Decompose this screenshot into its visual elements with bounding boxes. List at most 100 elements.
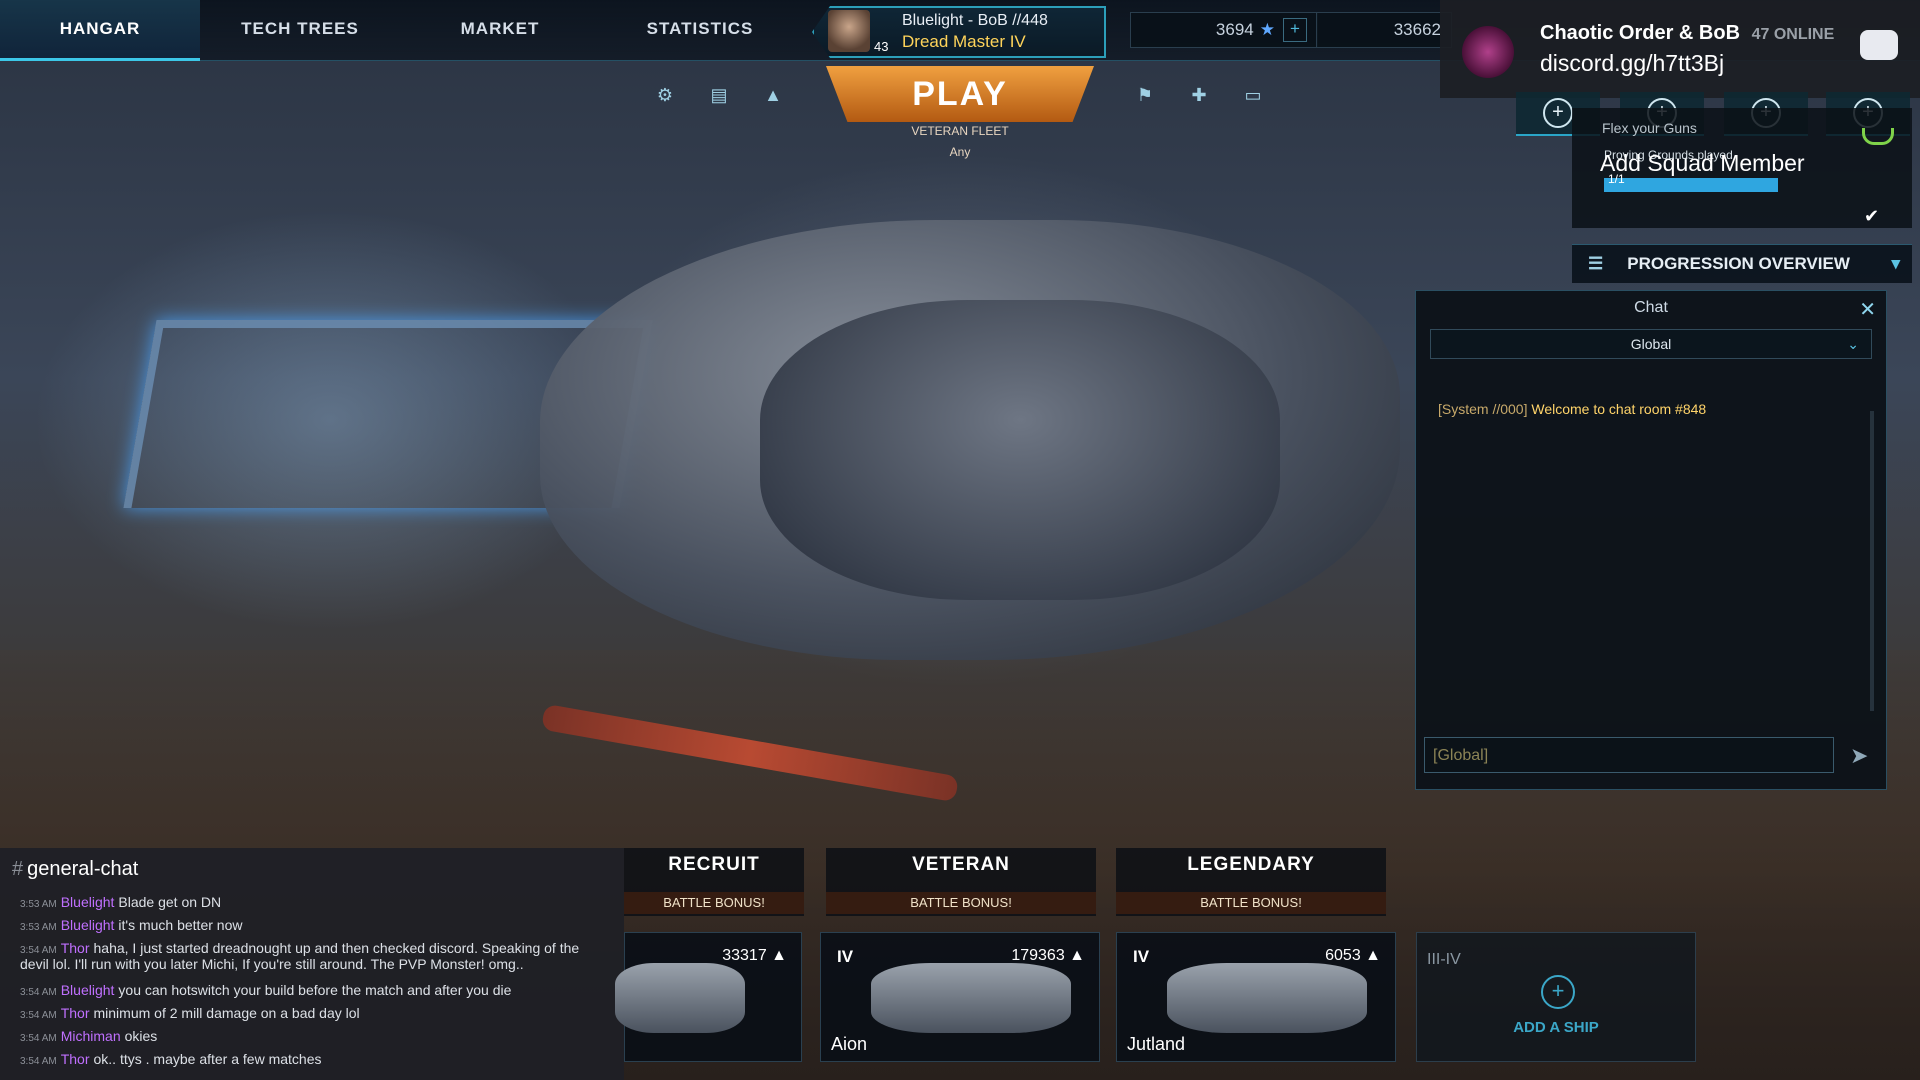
msg-text: Blade get on DN (118, 894, 222, 910)
discord-server-name: Chaotic Order & BoB (1540, 22, 1741, 44)
discord-online-count: 47 ONLINE (1751, 26, 1835, 43)
ship-image (615, 963, 745, 1033)
tab-hangar[interactable]: HANGAR (0, 0, 200, 61)
ship-card[interactable]: 33317 ▲ (615, 932, 802, 1062)
chat-input[interactable]: [Global] (1424, 737, 1834, 773)
add-member-plus-icon: + (1543, 98, 1573, 128)
msg-time: 3:54 AM (20, 1056, 57, 1067)
discord-general-chat: # general-chat 3:53 AM Bluelight Blade get … (0, 848, 624, 1080)
checkmark-icon: ✔ (1864, 206, 1880, 226)
msg-text: haha, I just started dreadnought up and … (20, 940, 580, 972)
ship-image (871, 963, 1071, 1033)
msg-time: 3:54 AM (20, 1033, 57, 1044)
msg-user: Bluelight (60, 894, 115, 910)
badge-icon (1862, 128, 1894, 145)
msg-user: Thor (60, 1051, 90, 1067)
chat-line: 3:53 AM Bluelight Blade get on DN (20, 894, 221, 910)
progression-overview-label: PROGRESSION OVERVIEW (1627, 254, 1850, 273)
gold-value: 33662 (1393, 20, 1441, 39)
battle-bonus-label: BATTLE BONUS! (624, 892, 804, 914)
msg-time: 3:54 AM (20, 945, 57, 956)
slot-tier: III-IV (1427, 951, 1461, 968)
msg-time: 3:53 AM (20, 899, 57, 910)
quest-panel: Flex your Guns Proving Grounds played Ad… (1572, 108, 1912, 228)
player-level: 43 (874, 39, 889, 54)
tab-tech-trees[interactable]: TECH TREES (200, 0, 400, 58)
msg-text: okies (124, 1028, 158, 1044)
msg-text: you can hotswitch your build before the … (118, 982, 512, 998)
credits-display: 3694 ★ + (1130, 12, 1318, 48)
add-friend-icon[interactable]: ✚ (1182, 78, 1216, 112)
chat-message: [System //000] Welcome to chat room #848 (1438, 401, 1706, 417)
tier-name: VETERAN (912, 854, 1010, 875)
tier-veteran[interactable]: VETERAN BATTLE BONUS! (826, 848, 1096, 916)
msg-time: 3:53 AM (20, 922, 57, 933)
tier-name: RECRUIT (668, 854, 760, 875)
chat-line: 3:53 AM Bluelight it's much better now (20, 917, 242, 933)
missions-list-icon[interactable]: ▤ (702, 78, 736, 112)
chat-line: 3:54 AM Thor minimum of 2 mill damage on a… (20, 1005, 360, 1021)
player-avatar (828, 10, 870, 52)
star-icon: ★ (1259, 20, 1275, 39)
play-button[interactable]: PLAY (826, 66, 1094, 122)
chat-scrollbar[interactable] (1870, 411, 1874, 711)
fleet-mode-selector[interactable]: VETERAN FLEET (880, 124, 1040, 138)
msg-text: ok.. ttys . maybe after a few matches (93, 1051, 322, 1067)
msg-user: Thor (60, 940, 90, 956)
send-icon[interactable]: ➤ (1850, 743, 1876, 769)
server-logo-icon (1462, 26, 1514, 78)
add-ship-plus-icon: + (1541, 975, 1575, 1009)
quest-title: Flex your Guns (1602, 120, 1697, 136)
chevron-down-icon: ⌄ (1847, 336, 1859, 352)
ship-name: Jutland (1127, 1034, 1186, 1054)
academy-cap-icon[interactable]: ▲ (756, 78, 790, 112)
discord-widget[interactable]: Chaotic Order & BoB 47 ONLINE discord.gg… (1440, 0, 1920, 98)
chat-channel-dropdown[interactable]: Global ⌄ (1430, 329, 1872, 359)
msg-user: Bluelight (60, 917, 115, 933)
chat-line: 3:54 AM Thor ok.. ttys . maybe after a few… (20, 1051, 321, 1067)
chat-title: Chat (1634, 299, 1668, 316)
msg-user: Thor (60, 1005, 90, 1021)
battle-bonus-label: BATTLE BONUS! (826, 892, 1096, 914)
discord-invite-link[interactable]: discord.gg/h7tt3Bj (1540, 50, 1724, 77)
chat-line: 3:54 AM Bluelight you can hotswitch your b… (20, 982, 511, 998)
ship-tier: IV (1133, 947, 1150, 966)
add-ship-label: ADD A SHIP (1513, 1019, 1599, 1036)
flag-icon[interactable]: ⚑ (1128, 78, 1162, 112)
settings-gear-icon[interactable]: ⚙ (648, 78, 682, 112)
add-ship-slot[interactable]: III-IV + ADD A SHIP (1416, 932, 1696, 1062)
chat-line: 3:54 AM Thor haha, I just started dreadnou… (20, 940, 600, 972)
chat-line: 3:54 AM Michiman okies (20, 1028, 157, 1044)
list-icon: ☰ (1588, 254, 1604, 273)
ship-card-jutland[interactable]: IV 6053 ▲ Jutland (1116, 932, 1396, 1062)
add-squad-member-label[interactable]: Add Squad Member (1600, 150, 1805, 177)
msg-time: 3:54 AM (20, 1010, 57, 1021)
quest-progress-fill (1604, 178, 1778, 192)
dreadnought-hull-detail (760, 300, 1280, 600)
ship-xp: 33317 ▲ (722, 947, 787, 964)
progression-overview-bar[interactable]: ☰ PROGRESSION OVERVIEW ▾ (1572, 244, 1912, 283)
tier-legendary[interactable]: LEGENDARY BATTLE BONUS! (1116, 848, 1386, 916)
chat-panel: Chat ✕ Global ⌄ [System //000] Welcome t… (1415, 290, 1887, 790)
close-icon[interactable]: ✕ (1859, 297, 1876, 322)
ship-xp: 6053 ▲ (1325, 947, 1381, 964)
buy-credits-button[interactable]: + (1283, 18, 1307, 42)
tab-market[interactable]: MARKET (400, 0, 600, 58)
ship-tier: IV (837, 947, 854, 966)
ship-name: Aion (831, 1034, 868, 1054)
chat-bubble-icon[interactable]: ▭ (1236, 78, 1270, 112)
hash-icon: # (12, 858, 24, 880)
quest-progress-track (1604, 178, 1778, 192)
tab-statistics[interactable]: STATISTICS (600, 0, 800, 58)
mode-filter-selector[interactable]: Any (880, 145, 1040, 159)
tier-recruit[interactable]: RECRUIT BATTLE BONUS! (624, 848, 804, 916)
credits-value: 3694 (1215, 20, 1254, 39)
player-card[interactable]: 43 Bluelight - BoB //448 Dread Master IV (812, 6, 1106, 58)
tier-name: LEGENDARY (1187, 854, 1315, 875)
ship-card-aion[interactable]: IV 179363 ▲ Aion (820, 932, 1100, 1062)
discord-icon[interactable] (1860, 30, 1898, 60)
chevron-down-icon: ▾ (1891, 254, 1900, 273)
msg-user: Michiman (60, 1028, 121, 1044)
ship-image (1167, 963, 1367, 1033)
quest-count: 1/1 (1608, 172, 1625, 186)
